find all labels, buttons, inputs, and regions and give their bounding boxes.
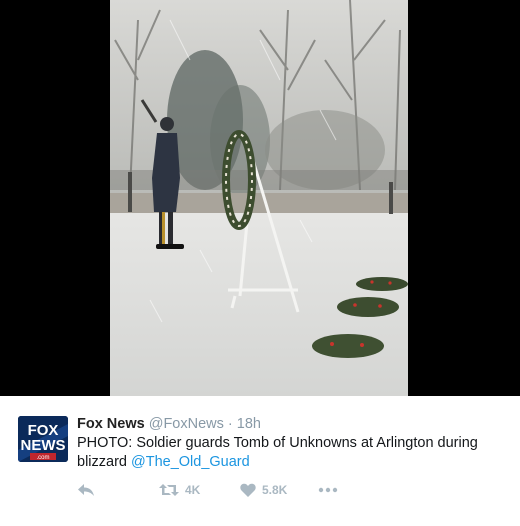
fox-news-avatar[interactable]: FOX NEWS .com xyxy=(18,416,68,462)
mention-link[interactable]: @The_Old_Guard xyxy=(131,454,250,470)
like-count: 5.8K xyxy=(262,483,288,497)
author-name[interactable]: Fox News xyxy=(77,416,145,432)
reply-icon xyxy=(78,484,94,496)
tweet-text: PHOTO: Soldier guards Tomb of Unknowns a… xyxy=(77,434,507,472)
heart-icon xyxy=(240,483,256,497)
header-separator: · xyxy=(223,416,237,432)
tweet-card: FOX NEWS .com Fox News @FoxNews · 18h PH… xyxy=(0,396,520,526)
retweet-icon xyxy=(159,484,179,496)
reply-button[interactable] xyxy=(77,483,95,497)
tweet-header: Fox News @FoxNews · 18h xyxy=(77,416,261,432)
retweet-button[interactable]: 4K xyxy=(159,483,200,497)
retweet-count: 4K xyxy=(185,483,201,497)
more-dots-icon xyxy=(318,487,338,493)
tweet-photo[interactable] xyxy=(110,0,408,396)
tweet-time[interactable]: 18h xyxy=(237,416,261,432)
more-button[interactable] xyxy=(318,487,338,493)
svg-text:.com: .com xyxy=(36,455,49,461)
tweet-media[interactable] xyxy=(0,0,520,396)
author-handle[interactable]: @FoxNews xyxy=(149,416,224,432)
svg-text:NEWS: NEWS xyxy=(21,437,66,454)
like-button[interactable]: 5.8K xyxy=(240,483,287,497)
